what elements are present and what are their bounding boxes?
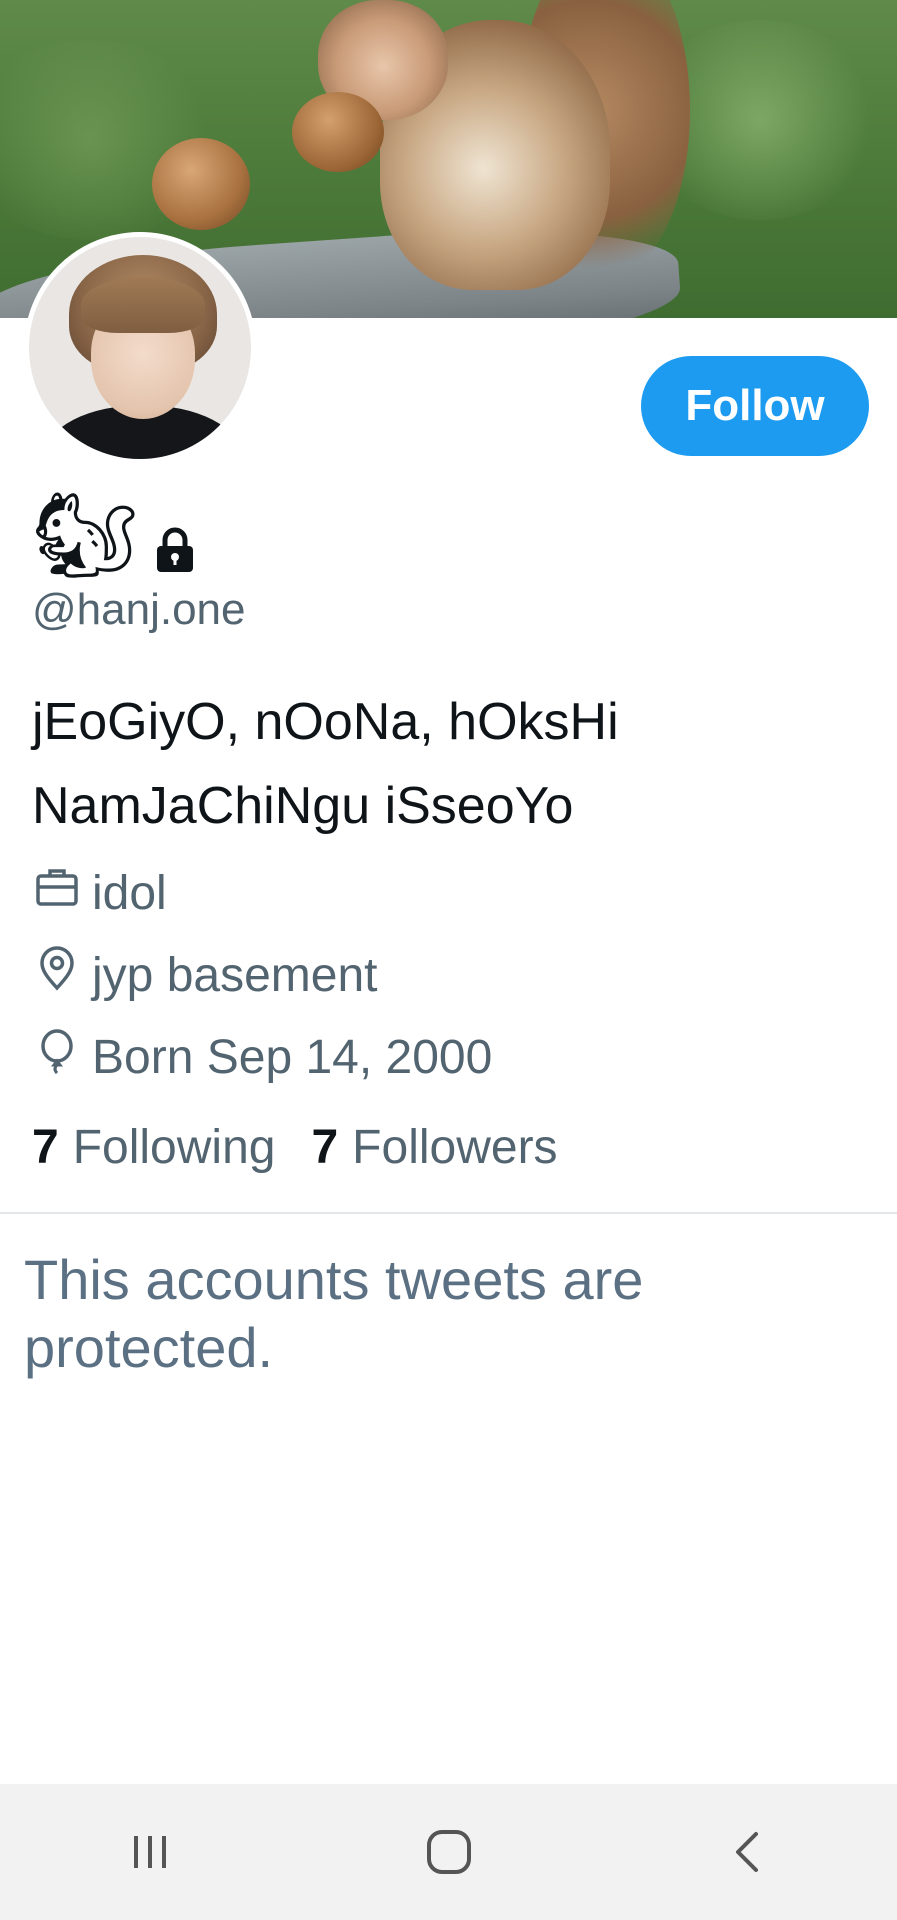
- balloon-icon: [34, 1028, 80, 1086]
- briefcase-icon: [34, 864, 80, 922]
- system-navigation-bar: [0, 1784, 897, 1920]
- birthday-text: Born Sep 14, 2000: [92, 1030, 493, 1084]
- divider: [0, 1212, 897, 1214]
- following-count: 7: [32, 1121, 59, 1174]
- banner-held-walnut: [292, 92, 384, 172]
- location-text: jyp basement: [92, 948, 378, 1002]
- handle: @hanj.one: [32, 585, 246, 634]
- following-label: Following: [72, 1121, 276, 1174]
- back-button[interactable]: [688, 1807, 808, 1897]
- follow-stats: 7 Following 7 Followers: [32, 1120, 558, 1175]
- banner-walnut: [152, 138, 250, 230]
- home-button[interactable]: [389, 1807, 509, 1897]
- profile-job: idol: [34, 864, 167, 922]
- job-text: idol: [92, 866, 167, 920]
- recent-apps-icon: [133, 1836, 166, 1868]
- follow-button[interactable]: Follow: [641, 356, 869, 456]
- display-name: 🐿: [32, 486, 139, 584]
- followers-label: Followers: [352, 1121, 558, 1174]
- profile-location: jyp basement: [34, 946, 378, 1004]
- bio: jEoGiyO, nOoNa, hOksHi NamJaChiNgu iSseo…: [32, 693, 619, 835]
- avatar[interactable]: [24, 232, 256, 464]
- following-stat[interactable]: 7 Following: [32, 1120, 275, 1175]
- followers-count: 7: [311, 1121, 339, 1174]
- name-row: 🐿: [32, 490, 197, 580]
- avatar-fringe: [81, 277, 205, 333]
- protected-message: This accounts tweets are protected.: [24, 1248, 644, 1379]
- profile-birthday: Born Sep 14, 2000: [34, 1028, 492, 1086]
- lock-icon: [153, 526, 197, 574]
- recent-apps-button[interactable]: [90, 1807, 210, 1897]
- back-icon: [735, 1832, 758, 1872]
- home-icon: [426, 1830, 471, 1874]
- followers-stat[interactable]: 7 Followers: [311, 1120, 557, 1175]
- location-pin-icon: [34, 946, 80, 1004]
